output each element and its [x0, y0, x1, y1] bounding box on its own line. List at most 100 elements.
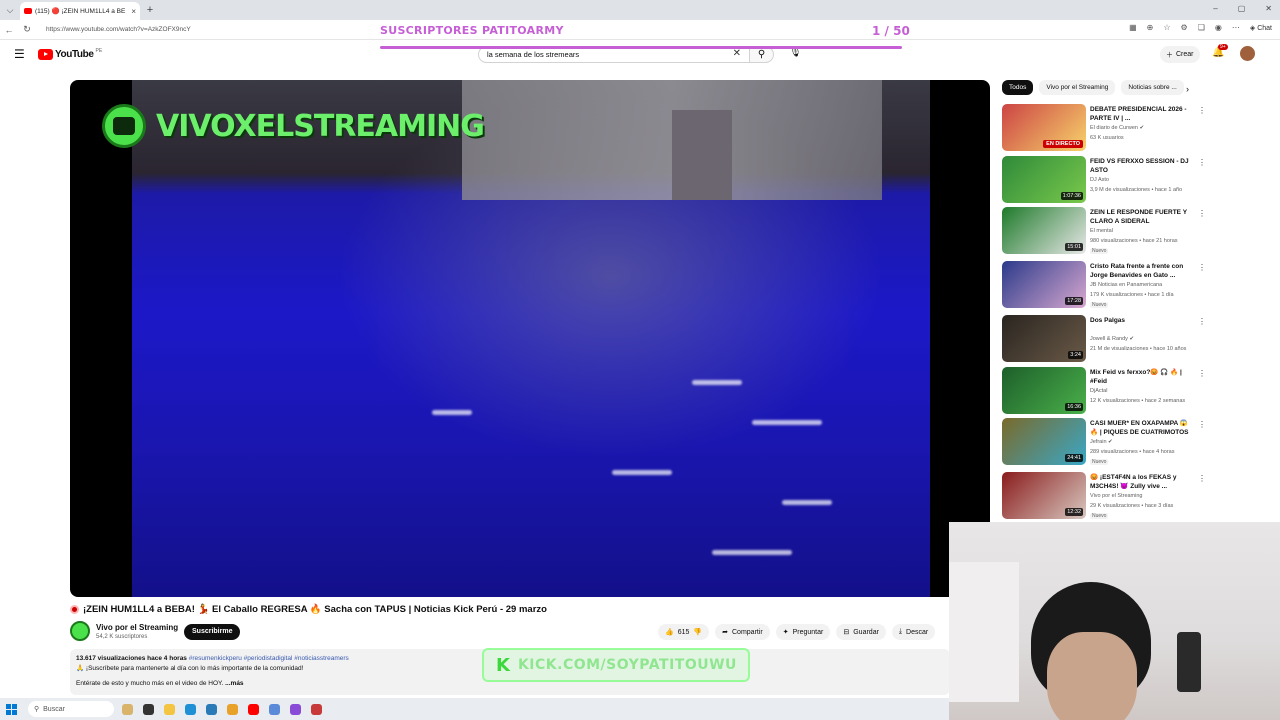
more-actions-icon[interactable]: ⋮ — [1198, 369, 1206, 378]
more-actions-icon[interactable]: ⋮ — [1198, 263, 1206, 272]
video-thumbnail[interactable]: 12:32 — [1002, 472, 1086, 519]
recommendation-channel[interactable]: Jefrain ✔ — [1090, 439, 1113, 445]
video-player[interactable]: VIVOXELSTREAMING — [70, 80, 990, 597]
chat-button[interactable]: ◈ Chat — [1250, 24, 1272, 32]
taskbar-search[interactable]: ⚲ Buscar — [28, 701, 114, 717]
new-tab-icon[interactable]: + — [140, 4, 160, 16]
discord-icon[interactable] — [290, 703, 301, 715]
chrome-icon[interactable] — [227, 703, 238, 715]
reader-icon[interactable]: ▦ — [1129, 23, 1137, 32]
share-button[interactable]: ➦ Compartir — [715, 624, 770, 640]
maximize-icon[interactable]: ▢ — [1238, 4, 1246, 13]
search-icon: ⚲ — [757, 49, 766, 60]
recommendation-views: 63 K usuarios — [1090, 135, 1124, 141]
edge-icon[interactable] — [185, 703, 196, 715]
video-thumbnail[interactable]: 16:36 — [1002, 367, 1086, 414]
recommendation-channel[interactable]: DJ Asto — [1090, 177, 1109, 183]
chip-0[interactable]: Todos — [1002, 80, 1034, 95]
notification-badge: 9+ — [1218, 44, 1228, 50]
recommendation-title[interactable]: ZEIN LE RESPONDE FUERTE Y CLARO A SIDERA… — [1090, 208, 1194, 226]
close-tab-icon[interactable]: × — [131, 7, 136, 16]
menu-icon[interactable]: ☰ — [14, 47, 25, 61]
recommendation-item[interactable]: 1:07:36 FEID VS FERXXO SESSION - DJ ASTO D… — [1002, 156, 1206, 204]
url-field[interactable]: https://www.youtube.com/watch?v=AzkZOFX9… — [46, 26, 191, 33]
create-button[interactable]: ＋ Crear — [1160, 46, 1200, 63]
recommendation-item[interactable]: 12:32 😡 ¡EST4F4N a los FEKAS y M3CH4S! 😈 … — [1002, 472, 1206, 520]
thumbs-up-icon[interactable]: 👍 — [665, 628, 674, 636]
recommendation-title[interactable]: CASI MUER* EN OXAPAMPA 😱 🔥 | PIQUES DE C… — [1090, 419, 1194, 437]
recommendation-item[interactable]: 16:36 Mix Feid vs ferxxo?😡 🎧 🔥 | #Feid DjA… — [1002, 367, 1206, 415]
webcam-shelf — [949, 562, 1019, 702]
recommendation-channel[interactable]: El mental — [1090, 228, 1113, 234]
sparkle-icon: ✦ — [782, 629, 789, 636]
file-explorer-icon[interactable] — [164, 703, 175, 715]
tab-list-icon[interactable]: ⌵ — [0, 0, 20, 20]
obs-icon[interactable] — [311, 703, 322, 715]
collections-icon[interactable]: ❏ — [1198, 23, 1205, 32]
subscribe-button[interactable]: Suscribirme — [184, 624, 241, 640]
chip-1[interactable]: Vivo por el Streaming — [1039, 80, 1116, 95]
recommendation-channel[interactable]: Vivo por el Streaming — [1090, 493, 1142, 499]
video-thumbnail[interactable]: 24:41 — [1002, 418, 1086, 465]
windows-start-icon[interactable] — [0, 703, 22, 715]
video-thumbnail[interactable]: 1:07:36 — [1002, 156, 1086, 203]
hashtags[interactable]: #resumenkickperu #periodistadigital #not… — [189, 655, 349, 662]
favorite-icon[interactable]: ☆ — [1163, 23, 1170, 32]
search-icon: ⚲ — [34, 706, 40, 713]
more-actions-icon[interactable]: ⋮ — [1198, 106, 1206, 115]
recommendation-title[interactable]: FEID VS FERXXO SESSION - DJ ASTO — [1090, 157, 1194, 175]
recommendation-item[interactable]: EN DIRECTO DEBATE PRESIDENCIAL 2026 - PAR… — [1002, 104, 1206, 152]
close-window-icon[interactable]: ✕ — [1265, 4, 1272, 13]
recommendation-item[interactable]: 15:01 ZEIN LE RESPONDE FUERTE Y CLARO A S… — [1002, 207, 1206, 255]
active-tab[interactable]: (115) 🔴 ¡ZEIN HUM1LL4 a BE × — [20, 2, 140, 20]
more-actions-icon[interactable]: ⋮ — [1198, 209, 1206, 218]
task-view-icon[interactable] — [143, 703, 154, 715]
minimize-icon[interactable]: – — [1213, 4, 1217, 13]
back-icon[interactable]: ← — [0, 25, 18, 35]
download-button[interactable]: ⤓ Descar — [891, 624, 936, 640]
chip-2[interactable]: Noticias sobre ... — [1121, 80, 1184, 95]
video-thumbnail[interactable]: 15:01 — [1002, 207, 1086, 254]
recommendation-title[interactable]: DEBATE PRESIDENCIAL 2026 - PARTE IV | ..… — [1090, 105, 1194, 123]
recommendation-title[interactable]: Dos Palgas — [1090, 316, 1194, 325]
recommendation-item[interactable]: 24:41 CASI MUER* EN OXAPAMPA 😱 🔥 | PIQUES… — [1002, 418, 1206, 466]
more-actions-icon[interactable]: ⋮ — [1198, 158, 1206, 167]
ask-button[interactable]: ✦ Preguntar — [775, 624, 831, 640]
save-button[interactable]: ⊟ Guardar — [836, 624, 886, 640]
more-icon[interactable]: ⋯ — [1232, 23, 1240, 32]
recommendation-item[interactable]: 17:28 Cristo Rata frente a frente con Jor… — [1002, 261, 1206, 309]
more-actions-icon[interactable]: ⋮ — [1198, 420, 1206, 429]
like-dislike-button[interactable]: 👍 615 👎 — [658, 624, 710, 640]
more-link[interactable]: ...más — [225, 680, 243, 687]
avatar[interactable] — [1240, 46, 1255, 61]
more-actions-icon[interactable]: ⋮ — [1198, 474, 1206, 483]
reload-icon[interactable]: ↻ — [18, 24, 36, 35]
more-actions-icon[interactable]: ⋮ — [1198, 317, 1206, 326]
chevron-right-icon[interactable]: › — [1186, 84, 1189, 94]
recommendation-channel[interactable]: Jowell & Randy ✔ — [1090, 336, 1134, 342]
recommendation-channel[interactable]: El diario de Curwen ✔ — [1090, 125, 1144, 131]
clear-search-icon[interactable]: ✕ — [733, 48, 741, 59]
recommendation-channel[interactable]: DjActal — [1090, 388, 1107, 394]
youtube-logo[interactable]: YouTube PE — [38, 48, 102, 60]
video-thumbnail[interactable]: 3:24 — [1002, 315, 1086, 362]
extensions-icon[interactable]: ⚙ — [1181, 23, 1188, 32]
profile-browser-icon[interactable]: ◉ — [1215, 23, 1222, 32]
channel-avatar[interactable] — [70, 621, 90, 641]
subs-goal-title: SUSCRIPTORES PATITOARMY — [380, 24, 564, 37]
youtube-app-icon[interactable] — [248, 703, 259, 715]
zoom-icon[interactable]: ⊕ — [1147, 23, 1154, 32]
thumbs-down-icon[interactable]: 👎 — [693, 628, 702, 636]
recommendation-item[interactable]: 3:24 Dos Palgas Jowell & Randy ✔ 21 M de vi… — [1002, 315, 1206, 363]
video-thumbnail[interactable]: 17:28 — [1002, 261, 1086, 308]
video-thumbnail[interactable]: EN DIRECTO — [1002, 104, 1086, 151]
channel-name[interactable]: Vivo por el Streaming — [96, 623, 178, 632]
store-icon[interactable] — [206, 703, 217, 715]
photos-icon[interactable] — [269, 703, 280, 715]
recommendation-channel[interactable]: JB Noticias en Panamericana — [1090, 282, 1162, 288]
recommendation-title[interactable]: Mix Feid vs ferxxo?😡 🎧 🔥 | #Feid — [1090, 368, 1194, 386]
widget-icon[interactable] — [122, 703, 133, 715]
recommendation-title[interactable]: 😡 ¡EST4F4N a los FEKAS y M3CH4S! 😈 Zully… — [1090, 473, 1194, 491]
notifications-bell-icon[interactable]: 🔔 9+ — [1212, 44, 1228, 58]
recommendation-title[interactable]: Cristo Rata frente a frente con Jorge Be… — [1090, 262, 1194, 280]
